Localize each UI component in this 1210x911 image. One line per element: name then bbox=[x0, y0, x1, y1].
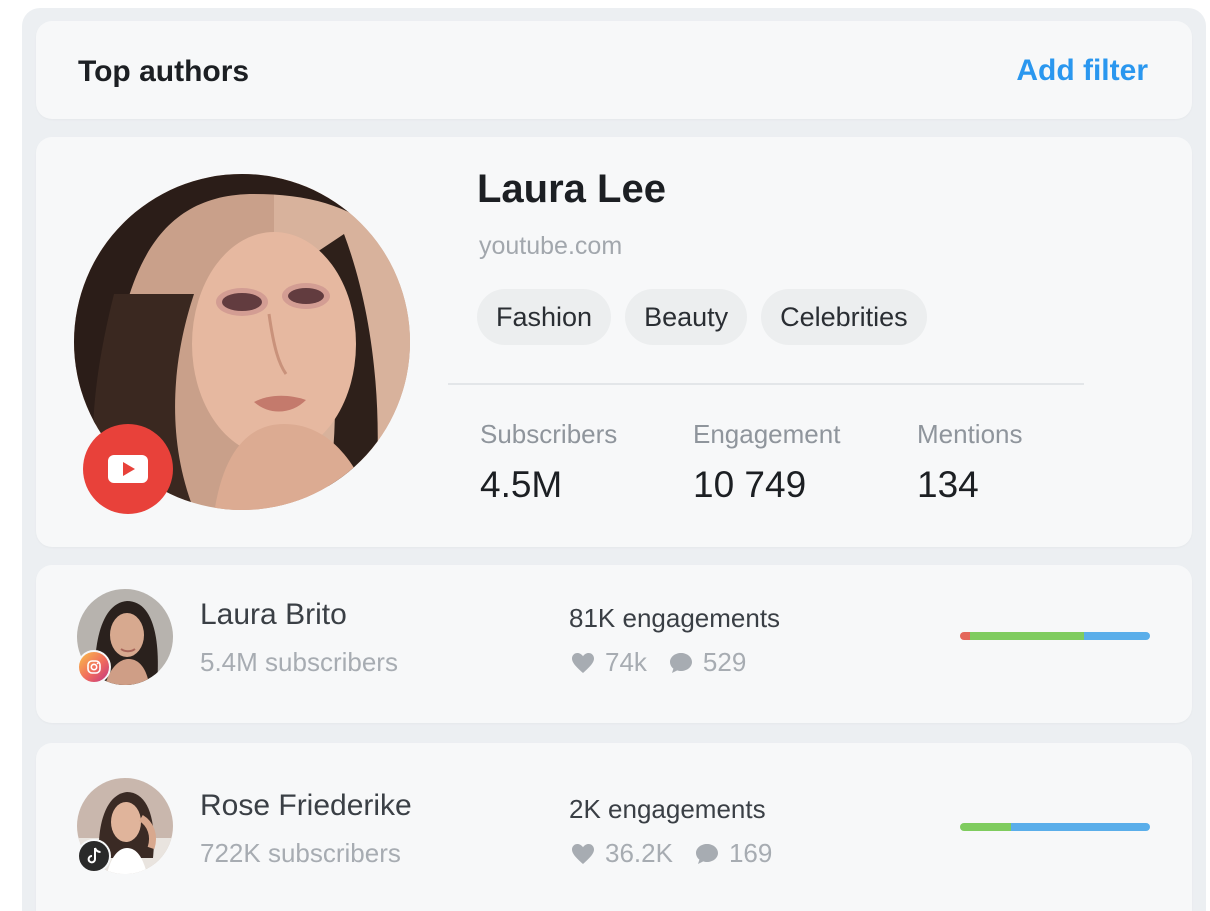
author-name: Laura Lee bbox=[477, 167, 666, 211]
tag-chip[interactable]: Fashion bbox=[477, 289, 612, 345]
likes-count: 74k bbox=[605, 647, 647, 677]
stat-subscribers: Subscribers 4.5M bbox=[480, 419, 617, 506]
comment-icon bbox=[669, 652, 693, 674]
youtube-icon bbox=[83, 424, 173, 514]
engagement-breakdown: 74k 529 bbox=[571, 647, 746, 678]
bar-neutral bbox=[969, 632, 1084, 640]
stat-label: Subscribers bbox=[480, 419, 618, 449]
list-item[interactable]: Laura Brito 5.4M subscribers 81K engagem… bbox=[36, 565, 1192, 723]
stat-label: Mentions bbox=[917, 419, 1023, 449]
bar-neutral bbox=[960, 823, 1012, 831]
stat-mentions: Mentions 134 bbox=[917, 419, 1023, 506]
comments-count: 529 bbox=[702, 647, 747, 677]
author-domain: youtube.com bbox=[479, 232, 623, 260]
heart-icon bbox=[571, 652, 595, 674]
engagement-breakdown: 36.2K 169 bbox=[571, 838, 772, 869]
heart-icon bbox=[571, 843, 595, 865]
header-card: Top authors Add filter bbox=[36, 21, 1192, 119]
tiktok-icon bbox=[77, 839, 111, 873]
comments-count: 169 bbox=[728, 838, 773, 868]
author-name: Laura Brito bbox=[200, 598, 347, 631]
play-icon bbox=[108, 455, 148, 483]
camera-glyph bbox=[87, 660, 101, 674]
stat-value: 134 bbox=[917, 464, 979, 505]
divider bbox=[448, 383, 1084, 385]
bar-negative bbox=[960, 632, 970, 640]
author-subscribers: 5.4M subscribers bbox=[200, 647, 398, 677]
stat-value: 10 749 bbox=[693, 464, 807, 505]
engagement-count: 81K engagements bbox=[569, 603, 781, 633]
tag-list: Fashion Beauty Celebrities bbox=[477, 289, 927, 345]
likes-count: 36.2K bbox=[605, 838, 673, 868]
tag-chip[interactable]: Beauty bbox=[625, 289, 748, 345]
tag-chip[interactable]: Celebrities bbox=[761, 289, 927, 345]
author-name: Rose Friederike bbox=[200, 789, 412, 822]
comment-icon bbox=[695, 843, 719, 865]
instagram-icon bbox=[77, 650, 111, 684]
page-title: Top authors bbox=[78, 55, 250, 88]
sentiment-bar bbox=[960, 823, 1150, 831]
stat-label: Engagement bbox=[693, 419, 841, 449]
add-filter-button[interactable]: Add filter bbox=[1016, 54, 1148, 88]
engagement-count: 2K engagements bbox=[569, 794, 766, 824]
bar-positive bbox=[1083, 632, 1150, 640]
bar-positive bbox=[1011, 823, 1150, 831]
stat-engagement: Engagement 10 749 bbox=[693, 419, 840, 506]
sentiment-bar bbox=[960, 632, 1150, 640]
note-glyph bbox=[87, 847, 101, 864]
stat-value: 4.5M bbox=[480, 464, 563, 505]
featured-author-card[interactable]: Laura Lee youtube.com Fashion Beauty Cel… bbox=[36, 137, 1192, 547]
author-subscribers: 722K subscribers bbox=[200, 838, 401, 868]
list-item[interactable]: Rose Friederike 722K subscribers 2K enga… bbox=[36, 743, 1192, 911]
